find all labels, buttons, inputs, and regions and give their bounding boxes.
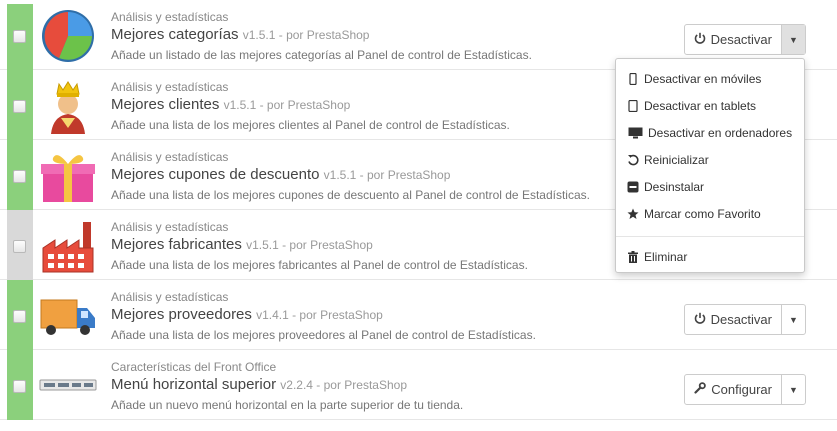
menu-item-deactivate-tablet[interactable]: Desactivar en tablets bbox=[616, 92, 804, 119]
module-version: v1.5.1 - por PrestaShop bbox=[223, 98, 351, 112]
power-icon bbox=[694, 32, 706, 47]
factory-icon bbox=[39, 218, 97, 274]
configure-button-label: Configurar bbox=[711, 382, 772, 397]
module-row: Características del Front Office Menú ho… bbox=[0, 350, 837, 420]
module-description: Añade una lista de los mejores clientes … bbox=[111, 118, 510, 132]
menu-item-label: Desactivar en ordenadores bbox=[648, 125, 793, 140]
trash-icon bbox=[627, 250, 639, 263]
power-icon bbox=[694, 312, 706, 327]
module-description: Añade una lista de los mejores cupones d… bbox=[111, 188, 590, 202]
undo-icon bbox=[627, 154, 639, 166]
deactivate-button-label: Desactivar bbox=[710, 32, 772, 47]
wrench-icon bbox=[694, 382, 707, 397]
module-name: Mejores cupones de descuento bbox=[111, 166, 320, 183]
module-category: Análisis y estadísticas bbox=[111, 290, 229, 304]
chevron-down-icon[interactable]: ▼ bbox=[781, 25, 805, 54]
module-name: Mejores proveedores bbox=[111, 306, 252, 323]
module-version: v2.2.4 - por PrestaShop bbox=[280, 378, 408, 392]
module-name: Mejores categorías bbox=[111, 26, 239, 43]
chevron-down-icon[interactable]: ▼ bbox=[781, 305, 805, 334]
menu-item-delete[interactable]: Eliminar bbox=[616, 243, 804, 270]
module-description: Añade una lista de los mejores proveedor… bbox=[111, 328, 536, 342]
menu-item-label: Eliminar bbox=[644, 249, 688, 264]
tablet-icon bbox=[627, 99, 639, 112]
menu-item-deactivate-mobile[interactable]: Desactivar en móviles bbox=[616, 65, 804, 92]
module-version: v1.5.1 - por PrestaShop bbox=[242, 28, 370, 42]
menu-bar-icon bbox=[39, 358, 97, 414]
minus-square-icon bbox=[627, 181, 639, 193]
deactivate-button-label: Desactivar bbox=[710, 312, 772, 327]
module-action-group: Configurar ▼ bbox=[684, 374, 806, 405]
menu-item-label: Desinstalar bbox=[644, 179, 705, 194]
module-name: Mejores fabricantes bbox=[111, 236, 242, 253]
module-description: Añade una lista de los mejores fabricant… bbox=[111, 258, 528, 272]
module-version: v1.5.1 - por PrestaShop bbox=[246, 238, 373, 252]
menu-item-label: Desactivar en móviles bbox=[644, 71, 762, 86]
king-icon bbox=[39, 78, 97, 134]
menu-item-label: Marcar como Favorito bbox=[644, 206, 761, 221]
menu-item-label: Reinicializar bbox=[644, 152, 709, 167]
module-category: Análisis y estadísticas bbox=[111, 150, 229, 164]
module-version: v1.5.1 - por PrestaShop bbox=[323, 168, 451, 182]
chevron-down-icon[interactable]: ▼ bbox=[781, 375, 805, 404]
module-category: Análisis y estadísticas bbox=[111, 220, 229, 234]
module-checkbox[interactable] bbox=[13, 380, 26, 393]
module-actions-dropdown: Desactivar en móviles Desactivar en tabl… bbox=[615, 58, 805, 273]
menu-item-deactivate-desktop[interactable]: Desactivar en ordenadores bbox=[616, 119, 804, 146]
menu-item-uninstall[interactable]: Desinstalar bbox=[616, 173, 804, 200]
module-checkbox[interactable] bbox=[13, 240, 26, 253]
module-category: Análisis y estadísticas bbox=[111, 10, 229, 24]
pie-chart-icon bbox=[39, 8, 97, 64]
module-description: Añade un nuevo menú horizontal en la par… bbox=[111, 398, 464, 412]
deactivate-button[interactable]: Desactivar bbox=[685, 25, 781, 54]
module-checkbox[interactable] bbox=[13, 100, 26, 113]
module-name: Mejores clientes bbox=[111, 96, 220, 113]
menu-item-label: Desactivar en tablets bbox=[644, 98, 757, 113]
truck-icon bbox=[39, 288, 97, 344]
module-row: Análisis y estadísticas Mejores proveedo… bbox=[0, 280, 837, 350]
deactivate-button[interactable]: Desactivar bbox=[685, 305, 781, 334]
module-description: Añade un listado de las mejores categorí… bbox=[111, 48, 532, 62]
module-checkbox[interactable] bbox=[13, 170, 26, 183]
module-checkbox[interactable] bbox=[13, 30, 26, 43]
module-category: Características del Front Office bbox=[111, 360, 277, 374]
module-checkbox[interactable] bbox=[13, 310, 26, 323]
configure-button[interactable]: Configurar bbox=[685, 375, 781, 404]
module-version: v1.4.1 - por PrestaShop bbox=[256, 308, 383, 322]
menu-divider bbox=[616, 236, 804, 237]
module-category: Análisis y estadísticas bbox=[111, 80, 229, 94]
menu-item-reset[interactable]: Reinicializar bbox=[616, 146, 804, 173]
star-icon bbox=[627, 208, 639, 220]
module-action-group: Desactivar ▼ bbox=[683, 304, 806, 335]
mobile-icon bbox=[627, 72, 639, 85]
gift-icon bbox=[39, 148, 97, 204]
menu-item-favorite[interactable]: Marcar como Favorito bbox=[616, 200, 804, 227]
module-action-group: Desactivar ▼ bbox=[683, 24, 806, 55]
desktop-icon bbox=[627, 127, 643, 139]
module-name: Menú horizontal superior bbox=[111, 376, 277, 393]
